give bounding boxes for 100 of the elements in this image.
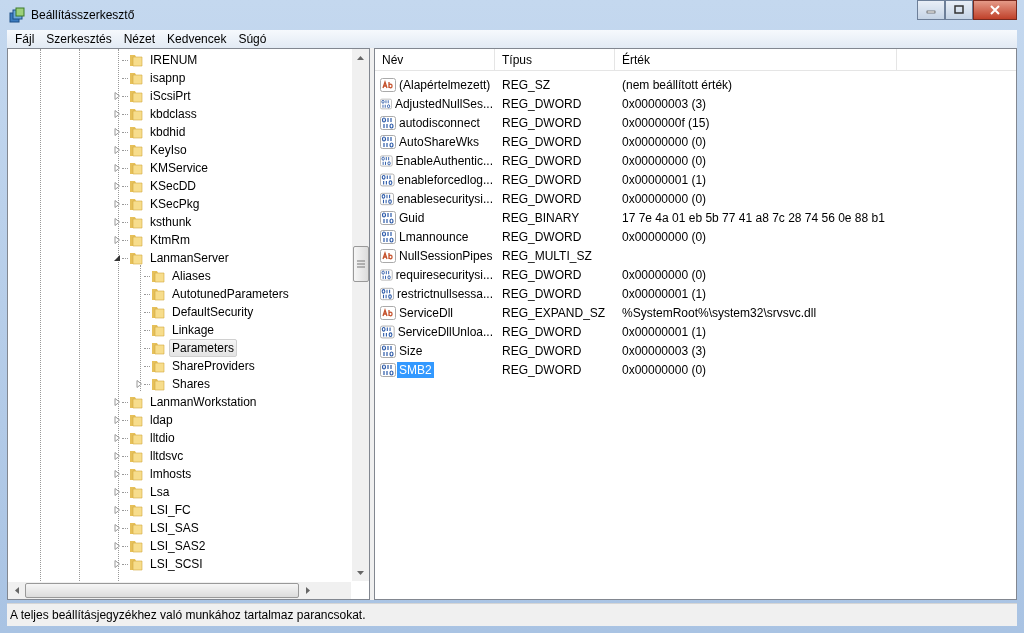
menu-item[interactable]: Fájl [9,32,41,46]
value-data: 0x00000000 (0) [621,191,708,206]
close-button[interactable] [973,0,1017,20]
value-name[interactable]: ServiceDll [397,304,455,321]
column-header[interactable]: Név [375,49,495,70]
expand-icon[interactable] [113,416,121,424]
folder-icon [128,70,144,86]
value-name[interactable]: restrictnullsessa... [394,285,495,302]
scroll-left-icon[interactable] [14,587,19,594]
column-header[interactable]: Típus [495,49,615,70]
tree-item[interactable]: KSecPkg [147,195,203,213]
menu-item[interactable]: Nézet [117,32,162,46]
value-name[interactable]: AutoShareWks [397,133,482,150]
tree-item[interactable]: LSI_SCSI [147,555,206,573]
tree-item[interactable]: LSI_SAS [147,519,202,537]
tree-item[interactable]: LanmanWorkstation [147,393,260,411]
expand-icon[interactable] [135,380,143,388]
value-name[interactable]: enablesecuritysi... [394,190,495,207]
tree-item[interactable]: lltdio [147,429,178,447]
value-name[interactable]: ServiceDllUnloa... [395,323,495,340]
tree-item[interactable]: ShareProviders [169,357,258,375]
maximize-button[interactable] [945,0,973,20]
value-type: REG_DWORD [501,96,583,111]
menu-item[interactable]: Kedvencek [161,32,233,46]
tree-item[interactable]: IRENUM [147,51,201,69]
value-data: 0x00000000 (0) [621,362,708,377]
tree-item[interactable]: lmhosts [147,465,195,483]
tree-item[interactable]: LanmanServer [147,249,232,267]
expand-icon[interactable] [113,92,121,100]
value-data: 0x00000000 (0) [621,134,708,149]
value-name[interactable]: EnableAuthentic... [393,152,495,169]
tree-item[interactable]: lltdsvc [147,447,187,465]
menu-item[interactable]: Szerkesztés [40,32,118,46]
expand-icon[interactable] [113,128,121,136]
expand-icon[interactable] [113,110,121,118]
tree-item[interactable]: DefaultSecurity [169,303,257,321]
string-value-icon [380,304,396,321]
registry-icon [9,7,25,23]
value-type: REG_EXPAND_SZ [501,305,607,320]
tree-item[interactable]: Lsa [147,483,173,501]
scroll-up-icon[interactable] [357,55,364,60]
expand-icon[interactable] [113,542,121,550]
column-header[interactable]: Érték [615,49,897,70]
folder-icon [150,286,166,302]
expand-icon[interactable] [113,218,121,226]
tree-item[interactable]: KtmRm [147,231,193,249]
expand-icon[interactable] [113,398,121,406]
value-type: REG_DWORD [501,115,583,130]
minimize-button[interactable] [917,0,945,20]
expand-icon[interactable] [113,164,121,172]
expand-icon[interactable] [113,182,121,190]
expand-icon[interactable] [113,200,121,208]
value-name[interactable]: requiresecuritysi... [393,266,495,283]
value-type: REG_DWORD [501,343,583,358]
value-name[interactable]: enableforcedlog... [395,171,495,188]
expand-icon[interactable] [113,434,121,442]
expand-icon[interactable] [113,524,121,532]
expand-icon[interactable] [113,488,121,496]
tree-item[interactable]: KMService [147,159,211,177]
menu-item[interactable]: Súgó [232,32,273,46]
tree-item[interactable]: iScsiPrt [147,87,194,105]
tree-item[interactable]: Aliases [169,267,214,285]
expand-icon[interactable] [113,560,121,568]
status-bar: A teljes beállításjegyzékhez való munkához tartalmaz parancsokat. [7,603,1017,626]
value-name[interactable]: Lmannounce [397,228,471,245]
expand-icon[interactable] [113,146,121,154]
binary-value-icon [380,342,396,359]
tree-item[interactable]: KSecDD [147,177,199,195]
value-name[interactable]: (Alapértelmezett) [397,76,493,93]
binary-value-icon [380,133,396,150]
tree-item[interactable]: Shares [169,375,214,393]
tree-item[interactable]: kbdhid [147,123,189,141]
collapse-icon[interactable] [113,254,121,262]
scroll-right-icon[interactable] [305,587,310,594]
tree-item[interactable]: isapnp [147,69,189,87]
value-name[interactable]: autodisconnect [397,114,482,131]
value-name[interactable]: Guid [397,209,427,226]
tree-item[interactable]: kbdclass [147,105,200,123]
vertical-scrollbar[interactable] [352,49,369,581]
folder-icon [128,394,144,410]
tree-item[interactable]: Parameters [169,339,238,357]
value-name[interactable]: Size [397,342,425,359]
horizontal-scrollbar[interactable] [8,582,351,599]
tree-item[interactable]: KeyIso [147,141,190,159]
tree-item[interactable]: AutotunedParameters [169,285,292,303]
scroll-down-icon[interactable] [357,570,364,575]
expand-icon[interactable] [113,452,121,460]
value-name[interactable]: NullSessionPipes [397,247,495,264]
binary-value-icon [380,228,396,245]
value-name[interactable]: AdjustedNullSes... [392,95,495,112]
tree-item[interactable]: Linkage [169,321,218,339]
expand-icon[interactable] [113,470,121,478]
value-data: (nem beállított érték) [621,77,734,92]
expand-icon[interactable] [113,236,121,244]
tree-item[interactable]: LSI_SAS2 [147,537,209,555]
expand-icon[interactable] [113,506,121,514]
tree-item[interactable]: ldap [147,411,176,429]
tree-item[interactable]: LSI_FC [147,501,194,519]
folder-icon [128,178,144,194]
tree-item[interactable]: ksthunk [147,213,195,231]
